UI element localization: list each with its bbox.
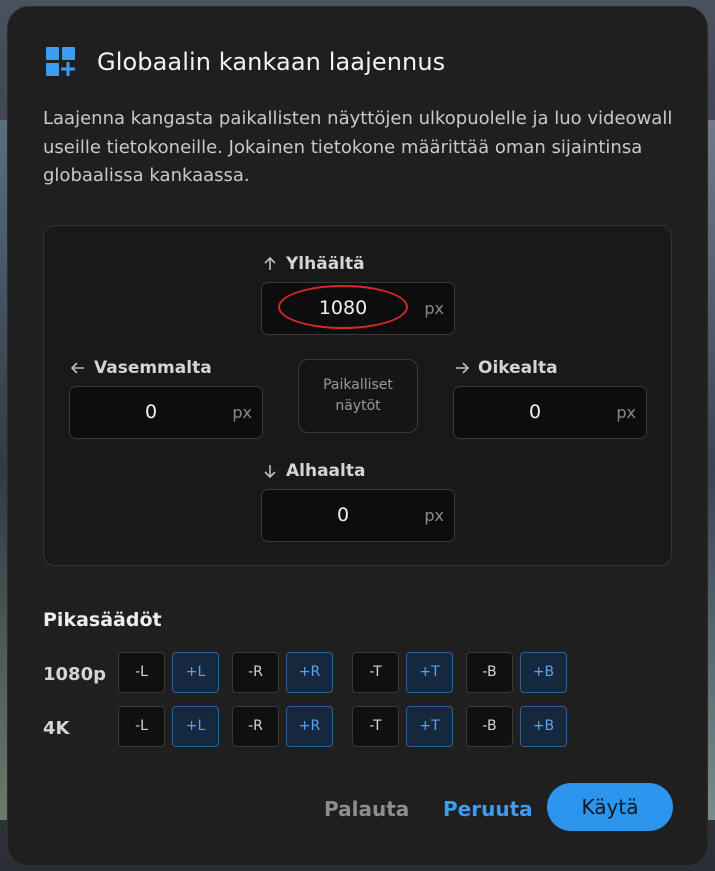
right-label-text: Oikealta (478, 358, 558, 378)
apply-button[interactable]: Käytä (547, 783, 673, 831)
local-displays-box: Paikalliset näytöt (298, 359, 418, 433)
preset-1080p-minus-top[interactable]: -T (352, 652, 399, 693)
left-label-text: Vasemmalta (94, 358, 212, 378)
preset-4k-minus-left[interactable]: -L (118, 706, 165, 747)
preset-4k-plus-right[interactable]: +R (286, 706, 333, 747)
presets-title: Pikasäädöt (43, 609, 162, 631)
bottom-extent-value: 0 (336, 504, 350, 526)
preset-1080p-minus-right[interactable]: -R (232, 652, 279, 693)
right-extent-input[interactable]: 0 px (453, 386, 647, 439)
bottom-label-text: Alhaalta (286, 461, 366, 481)
dialog-header: Globaalin kankaan laajennus (46, 47, 445, 77)
highlight-annotation (278, 285, 408, 329)
local-displays-line2: näytöt (335, 398, 381, 414)
right-extent-unit: px (616, 403, 636, 422)
left-extent-unit: px (232, 403, 252, 422)
global-canvas-dialog: Globaalin kankaan laajennus Laajenna kan… (7, 6, 708, 866)
cancel-button[interactable]: Peruuta (443, 797, 533, 821)
arrow-down-icon (264, 465, 276, 479)
bottom-extent-unit: px (424, 506, 444, 525)
right-label: Oikealta (454, 358, 558, 378)
arrow-left-icon (70, 362, 84, 374)
left-label: Vasemmalta (70, 358, 212, 378)
left-extent-value: 0 (144, 401, 158, 423)
right-extent-value: 0 (528, 401, 542, 423)
preset-1080p-plus-top[interactable]: +T (406, 652, 453, 693)
preset-4k-plus-bottom[interactable]: +B (520, 706, 567, 747)
grid-add-icon (46, 47, 75, 76)
preset-1080p-minus-left[interactable]: -L (118, 652, 165, 693)
top-label: Ylhäältä (262, 254, 365, 274)
local-displays-line1: Paikalliset (323, 377, 393, 393)
extents-panel: Ylhäältä 1080 px Vasemmalta 0 px Paikall… (43, 225, 672, 566)
top-extent-input[interactable]: 1080 px (261, 282, 455, 335)
bottom-label: Alhaalta (262, 461, 365, 481)
top-extent-unit: px (424, 299, 444, 318)
reset-button[interactable]: Palauta (324, 797, 409, 821)
preset-4k-minus-bottom[interactable]: -B (466, 706, 513, 747)
bottom-extent-input[interactable]: 0 px (261, 489, 455, 542)
preset-1080p-plus-right[interactable]: +R (286, 652, 333, 693)
preset-1080p-plus-left[interactable]: +L (172, 652, 219, 693)
preset-row-label-4k: 4K (43, 718, 70, 739)
preset-4k-minus-top[interactable]: -T (352, 706, 399, 747)
dialog-title: Globaalin kankaan laajennus (97, 48, 446, 76)
arrow-up-icon (264, 256, 276, 270)
preset-4k-minus-right[interactable]: -R (232, 706, 279, 747)
arrow-right-icon (456, 362, 470, 374)
preset-4k-plus-top[interactable]: +T (406, 706, 453, 747)
top-label-text: Ylhäältä (286, 254, 365, 274)
preset-4k-plus-left[interactable]: +L (172, 706, 219, 747)
preset-1080p-minus-bottom[interactable]: -B (466, 652, 513, 693)
dialog-description: Laajenna kangasta paikallisten näyttöjen… (43, 108, 673, 186)
preset-row-label-1080p: 1080p (43, 664, 106, 685)
left-extent-input[interactable]: 0 px (69, 386, 263, 439)
preset-1080p-plus-bottom[interactable]: +B (520, 652, 567, 693)
